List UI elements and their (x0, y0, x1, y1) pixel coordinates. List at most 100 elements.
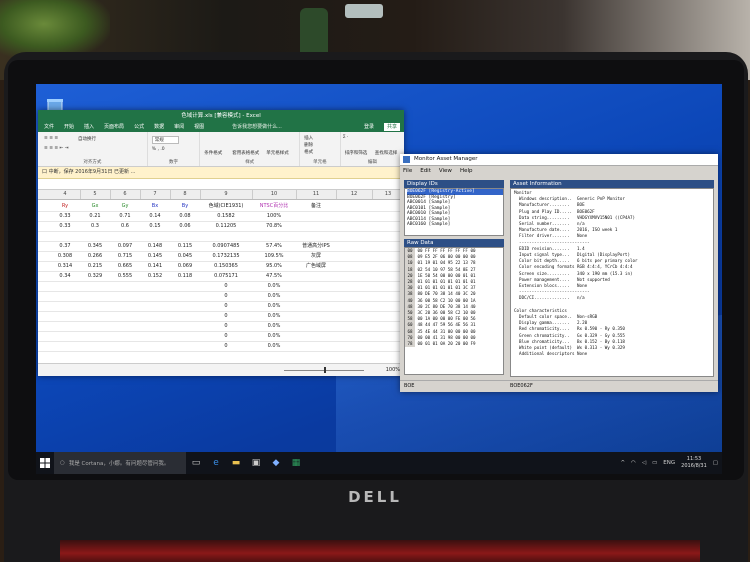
table-cell[interactable] (80, 342, 110, 351)
table-cell[interactable] (296, 342, 336, 351)
table-cell[interactable] (50, 342, 80, 351)
table-cell[interactable]: NTSC百分比 (252, 202, 296, 211)
number-format-icons[interactable]: % , .0 (152, 147, 165, 152)
table-cell[interactable] (296, 302, 336, 311)
table-cell[interactable]: 0.06 (170, 222, 200, 231)
table-cell[interactable]: 57.4% (252, 242, 296, 251)
conditional-format-button[interactable]: 条件格式 (204, 150, 222, 156)
table-cell[interactable] (50, 232, 80, 241)
table-cell[interactable] (140, 232, 170, 241)
table-cell[interactable] (50, 292, 80, 301)
table-cell[interactable] (80, 332, 110, 341)
table-cell[interactable]: 0.37 (50, 242, 80, 251)
table-cell[interactable]: By (170, 202, 200, 211)
table-cell[interactable]: 0.0% (252, 292, 296, 301)
table-cell[interactable] (140, 292, 170, 301)
delete-button[interactable]: 删除 (304, 142, 313, 148)
zoom-slider-thumb[interactable] (324, 367, 326, 373)
table-cell[interactable] (170, 342, 200, 351)
table-cell[interactable]: 0 (200, 332, 252, 341)
menu-file[interactable]: 文件 (44, 122, 54, 132)
table-cell[interactable]: 0.0% (252, 342, 296, 351)
table-cell[interactable]: 0.34 (50, 272, 80, 281)
menu-page-layout[interactable]: 页面布局 (104, 122, 124, 132)
table-cell[interactable] (110, 312, 140, 321)
table-cell[interactable] (336, 282, 372, 291)
table-cell[interactable]: 灰屏 (296, 252, 336, 261)
table-cell[interactable]: 95.0% (252, 262, 296, 271)
sheet-grid[interactable]: 4 5 6 7 8 9 10 11 12 13 Ry Gx Gy Bx By 色域(CIE1931) NTSC… (38, 190, 404, 352)
table-cell[interactable] (296, 222, 336, 231)
table-cell[interactable]: 0 (200, 342, 252, 351)
sign-in-link[interactable]: 登录 (364, 122, 374, 132)
number-format-select[interactable]: 常规 (151, 136, 179, 144)
insert-button[interactable]: 插入 (304, 135, 313, 141)
table-cell[interactable]: 0.215 (80, 262, 110, 271)
table-cell[interactable]: 0.715 (110, 252, 140, 261)
table-cell[interactable]: 0.0% (252, 322, 296, 331)
menu-review[interactable]: 审阅 (174, 122, 184, 132)
clock[interactable]: 11:53 2016/8/31 (681, 456, 707, 470)
excel-taskbar-icon[interactable]: ▦ (286, 452, 306, 474)
table-cell[interactable] (252, 232, 296, 241)
table-cell[interactable] (296, 332, 336, 341)
table-cell[interactable] (336, 242, 372, 251)
table-cell[interactable]: 0.148 (140, 242, 170, 251)
table-cell[interactable]: 0.08 (170, 212, 200, 221)
table-cell[interactable]: 0.145 (140, 252, 170, 261)
table-cell[interactable] (80, 302, 110, 311)
table-cell[interactable] (50, 302, 80, 311)
tell-me-box[interactable]: 告诉我您想要做什么... (232, 122, 282, 132)
table-cell[interactable]: 0.345 (80, 242, 110, 251)
table-cell[interactable]: 0.314 (50, 262, 80, 271)
mam-menu-edit[interactable]: Edit (420, 166, 431, 176)
table-cell[interactable] (80, 322, 110, 331)
table-cell[interactable] (296, 322, 336, 331)
table-cell[interactable]: 0.1732135 (200, 252, 252, 261)
table-cell[interactable] (170, 292, 200, 301)
table-cell[interactable]: Bx (140, 202, 170, 211)
column-header[interactable]: 8 (170, 190, 201, 199)
table-cell[interactable] (140, 342, 170, 351)
column-header[interactable]: 10 (252, 190, 297, 199)
table-cell[interactable] (110, 332, 140, 341)
sum-icon[interactable]: Σ · (343, 135, 349, 140)
table-cell[interactable]: 0 (200, 302, 252, 311)
table-cell[interactable] (140, 312, 170, 321)
formula-bar[interactable] (38, 179, 404, 190)
table-cell[interactable] (110, 232, 140, 241)
table-cell[interactable] (336, 252, 372, 261)
column-header[interactable]: 6 (110, 190, 141, 199)
table-cell[interactable] (296, 212, 336, 221)
table-cell[interactable]: 色域(CIE1931) (200, 202, 252, 211)
table-cell[interactable]: 0.0% (252, 332, 296, 341)
table-cell[interactable] (336, 332, 372, 341)
align-icon[interactable]: ≡ ≡ ≡ (44, 136, 58, 141)
table-cell[interactable] (336, 222, 372, 231)
table-format-button[interactable]: 套用表格格式 (232, 150, 259, 156)
share-button[interactable]: 共享 (383, 123, 400, 131)
table-cell[interactable] (170, 302, 200, 311)
input-language[interactable]: ENG (663, 460, 675, 466)
table-cell[interactable] (336, 302, 372, 311)
wrap-text-button[interactable]: 自动换行 (78, 136, 96, 142)
table-cell[interactable] (110, 282, 140, 291)
table-cell[interactable] (140, 302, 170, 311)
table-cell[interactable]: 0.11205 (200, 222, 252, 231)
table-cell[interactable] (50, 312, 80, 321)
table-cell[interactable] (140, 322, 170, 331)
table-cell[interactable]: 0.0% (252, 302, 296, 311)
table-cell[interactable]: 0.14 (140, 212, 170, 221)
table-cell[interactable] (336, 232, 372, 241)
column-header[interactable]: 7 (140, 190, 171, 199)
table-cell[interactable]: 70.8% (252, 222, 296, 231)
app-icon-blue[interactable]: ◆ (266, 452, 286, 474)
battery-icon[interactable]: ▭ (652, 460, 657, 466)
table-cell[interactable] (336, 312, 372, 321)
table-cell[interactable] (110, 322, 140, 331)
table-cell[interactable]: Gy (110, 202, 140, 211)
column-header[interactable]: 11 (296, 190, 337, 199)
table-cell[interactable]: 109.5% (252, 252, 296, 261)
table-cell[interactable] (170, 322, 200, 331)
table-cell[interactable]: 0.6 (110, 222, 140, 231)
